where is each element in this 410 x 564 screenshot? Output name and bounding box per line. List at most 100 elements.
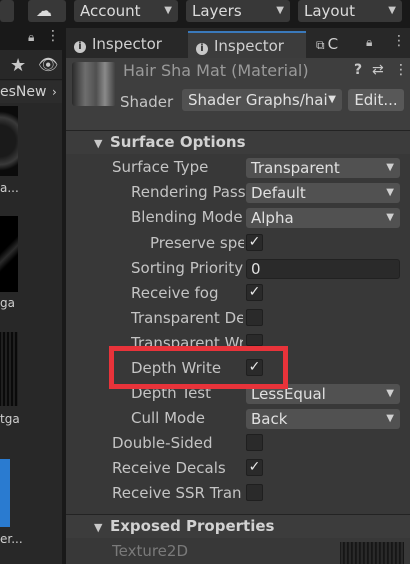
layers-label: Layers (192, 2, 242, 20)
texture-thumbnail[interactable] (340, 542, 404, 564)
foldout-expanded-icon: ▼ (94, 137, 103, 150)
more-options-icon[interactable]: ⋮ (392, 33, 406, 49)
chevron-down-icon: ▼ (276, 5, 284, 16)
section-title: Exposed Properties (110, 517, 275, 535)
material-title: Hair Sha Mat (Material) (123, 61, 309, 80)
chevron-down-icon: ▼ (386, 187, 394, 198)
account-label: Account (80, 2, 141, 20)
breadcrumb[interactable]: esNew › (0, 81, 62, 103)
surface-options-header[interactable]: ▼ Surface Options (66, 130, 410, 154)
project-tab-bar: 🔒︎ ⋮ (0, 28, 62, 50)
help-icon[interactable]: ? (354, 62, 362, 78)
blending-mode-label: Blending Mode (131, 208, 243, 226)
cloud-icon: ☁ (36, 1, 52, 20)
cull-mode-label: Cull Mode (131, 409, 205, 427)
foldout-expanded-icon: ▼ (94, 521, 103, 534)
lock-icon[interactable]: 🔒︎ (366, 35, 372, 50)
edit-shader-button[interactable]: Edit... (348, 89, 404, 111)
preset-icon[interactable]: ⇄ (372, 62, 384, 78)
asset-thumbnail (0, 216, 18, 292)
asset-item[interactable]: a... (0, 106, 40, 206)
asset-item[interactable]: er... (0, 444, 40, 554)
checkmark-icon: ✓ (248, 459, 261, 475)
dropdown-value: Back (251, 410, 288, 428)
cloud-button[interactable]: ☁ (28, 0, 66, 22)
asset-thumbnail (0, 106, 18, 176)
surface-type-label: Surface Type (112, 158, 209, 176)
more-options-icon[interactable]: ⋮ (46, 28, 60, 44)
receive-ssr-transparent-label: Receive SSR Tran (112, 484, 242, 502)
receive-fog-checkbox[interactable]: ✓ (246, 284, 263, 301)
layout-label: Layout (304, 2, 355, 20)
receive-ssr-transparent-checkbox[interactable] (246, 484, 263, 501)
rendering-pass-dropdown[interactable]: Default ▼ (246, 183, 400, 203)
chevron-down-icon: ▼ (386, 162, 394, 173)
breadcrumb-label: esNew (0, 84, 47, 100)
tab-inspector-2[interactable]: i Inspector (188, 31, 306, 58)
section-title: Surface Options (110, 133, 246, 151)
material-preview-icon (72, 62, 116, 106)
receive-fog-label: Receive fog (131, 284, 219, 302)
layout-dropdown[interactable]: Layout ▼ (298, 0, 402, 22)
tab-label: C (327, 35, 339, 53)
tab-console[interactable]: ⧉ C (308, 31, 360, 58)
asset-item[interactable]: tga (0, 332, 40, 432)
asset-label: er... (0, 532, 23, 546)
chevron-down-icon: ▼ (388, 5, 396, 16)
project-panel: 🔒︎ ⋮ ★ 👁︎ esNew › a... ga tga er... (0, 28, 62, 564)
inspector-tab-bar: i Inspector i Inspector ⧉ C 🔒︎ ⋮ (66, 28, 410, 58)
receive-decals-label: Receive Decals (112, 459, 226, 477)
cull-mode-dropdown[interactable]: Back ▼ (246, 409, 400, 429)
account-dropdown[interactable]: Account ▼ (74, 0, 178, 22)
console-icon: ⧉ (316, 38, 325, 52)
toolbar-partial-button[interactable] (0, 0, 14, 22)
chevron-down-icon: ▼ (386, 413, 394, 424)
chevron-down-icon: ▼ (328, 94, 336, 105)
blending-mode-dropdown[interactable]: Alpha ▼ (246, 208, 400, 228)
sorting-priority-label: Sorting Priority (131, 259, 244, 277)
double-sided-label: Double-Sided (112, 434, 213, 452)
layers-dropdown[interactable]: Layers ▼ (186, 0, 290, 22)
star-icon[interactable]: ★ (10, 55, 26, 76)
tab-label: Inspector (214, 37, 284, 55)
asset-item[interactable]: ga (0, 216, 40, 316)
transparent-writes-checkbox[interactable] (246, 334, 263, 346)
info-icon: i (196, 43, 208, 55)
asset-label: a... (0, 181, 19, 195)
checkmark-icon: ✓ (248, 284, 261, 300)
tab-inspector-1[interactable]: i Inspector (66, 31, 186, 58)
info-icon: i (74, 41, 86, 53)
dropdown-value: Default (251, 184, 306, 202)
chevron-down-icon: ▼ (164, 5, 172, 16)
chevron-down-icon: ▼ (386, 388, 394, 399)
more-options-icon[interactable]: ⋮ (394, 62, 408, 78)
sorting-priority-field[interactable]: 0 (246, 259, 400, 279)
texture2d-label: Texture2D (112, 542, 189, 560)
checkmark-icon: ✓ (248, 234, 261, 250)
shader-value: Shader Graphs/hai (188, 91, 328, 109)
shader-dropdown[interactable]: Shader Graphs/hai ▼ (182, 89, 342, 111)
transparent-depth-prepass-label: Transparent De (131, 309, 243, 327)
asset-thumbnail (0, 332, 18, 406)
rendering-pass-label: Rendering Pass (131, 183, 246, 201)
chevron-down-icon: ▼ (386, 212, 394, 223)
surface-type-dropdown[interactable]: Transparent ▼ (246, 158, 400, 178)
preserve-specular-checkbox[interactable]: ✓ (246, 234, 263, 251)
lock-icon[interactable]: 🔒︎ (28, 30, 34, 45)
preserve-specular-label: Preserve spe (150, 234, 244, 252)
exposed-properties-header[interactable]: ▼ Exposed Properties (66, 514, 410, 538)
receive-decals-checkbox[interactable]: ✓ (246, 459, 263, 476)
project-search-bar: ★ 👁︎ (0, 52, 62, 80)
transparent-depth-prepass-checkbox[interactable] (246, 309, 263, 326)
dropdown-value: Transparent (251, 159, 340, 177)
double-sided-checkbox[interactable] (246, 434, 263, 451)
dropdown-value: Alpha (251, 209, 294, 227)
eye-hidden-icon[interactable]: 👁︎ (38, 55, 58, 74)
asset-label: tga (0, 412, 20, 426)
asset-thumbnail (0, 459, 10, 527)
top-toolbar: ☁ Account ▼ Layers ▼ Layout ▼ (0, 0, 410, 27)
asset-label: ga (0, 296, 15, 310)
shader-label: Shader (120, 93, 174, 111)
inspector-window: i Inspector i Inspector ⧉ C 🔒︎ ⋮ Hair Sha M… (66, 28, 410, 564)
chevron-right-icon: › (52, 85, 57, 99)
